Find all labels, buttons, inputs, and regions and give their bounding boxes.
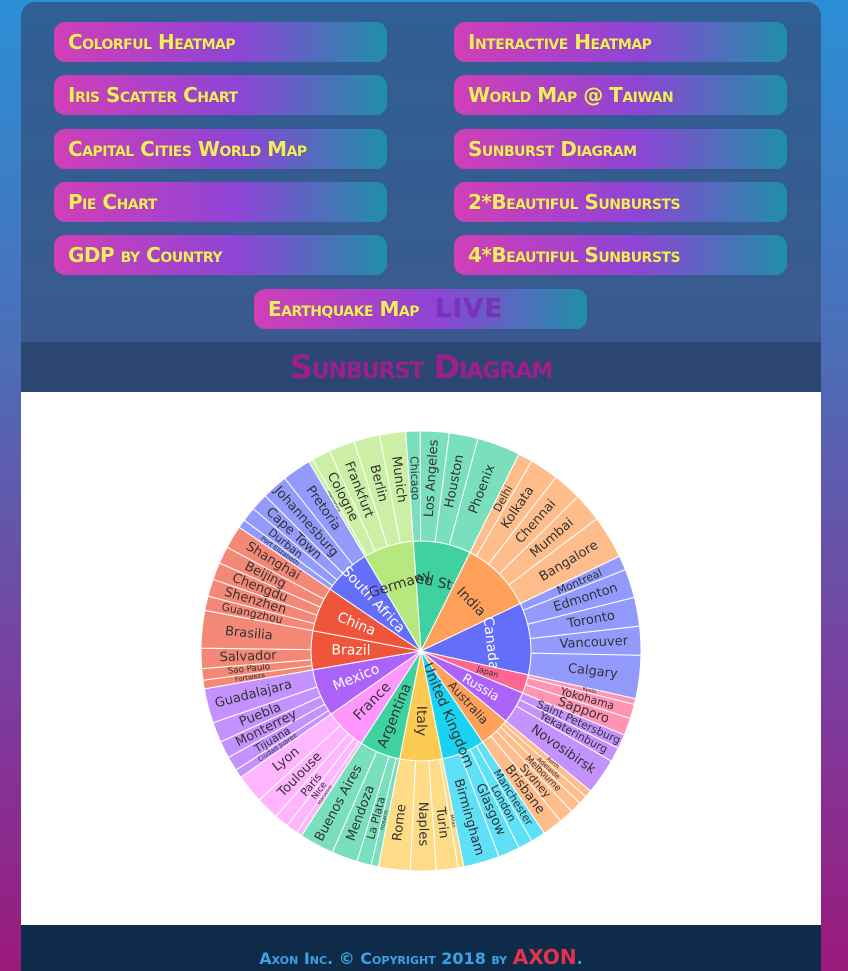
footer-end: .	[576, 949, 583, 968]
nav-sunburst-diagram[interactable]: Sunburst Diagram	[454, 129, 787, 169]
live-badge: LIVE	[434, 294, 504, 324]
page-title-bar: Sunburst Diagram	[21, 342, 821, 392]
navigation-panel: Colorful Heatmap Interactive Heatmap Iri…	[21, 2, 821, 342]
nav-world-map-taiwan[interactable]: World Map @ Taiwan	[454, 75, 787, 115]
earthquake-label: Earthquake Map	[268, 297, 419, 321]
nav-earthquake-map[interactable]: Earthquake Map LIVE	[254, 289, 587, 329]
country-label-brazil: Brazil	[331, 642, 370, 658]
city-label-naples: Naples	[415, 802, 430, 847]
nav-gdp-by-country[interactable]: GDP by Country	[54, 235, 387, 275]
city-label-salvador: Salvador	[219, 648, 277, 665]
nav-4-beautiful-sunbursts[interactable]: 4*Beautiful Sunbursts	[454, 235, 787, 275]
nav-capital-cities-map[interactable]: Capital Cities World Map	[54, 129, 387, 169]
footer-brand[interactable]: AXON	[513, 945, 577, 969]
footer: Axon Inc. © Copyright 2018 by AXON.	[21, 925, 821, 971]
chart-area: Chicago Los Angeles Houston Phoenix United S…	[21, 392, 821, 925]
page-title: Sunburst Diagram	[289, 348, 554, 386]
country-label-italy: Italy	[413, 706, 429, 736]
sunburst-chart[interactable]: Chicago Los Angeles HoustonPhoenixUnited S…	[21, 392, 821, 925]
nav-colorful-heatmap[interactable]: Colorful Heatmap	[54, 22, 387, 62]
footer-text: Axon Inc. © Copyright 2018 by	[259, 949, 513, 968]
nav-2-beautiful-sunbursts[interactable]: 2*Beautiful Sunbursts	[454, 182, 787, 222]
nav-pie-chart[interactable]: Pie Chart	[54, 182, 387, 222]
nav-iris-scatter-chart[interactable]: Iris Scatter Chart	[54, 75, 387, 115]
nav-interactive-heatmap[interactable]: Interactive Heatmap	[454, 22, 787, 62]
footer-copyright: Axon Inc. © Copyright 2018 by AXON.	[259, 945, 582, 969]
